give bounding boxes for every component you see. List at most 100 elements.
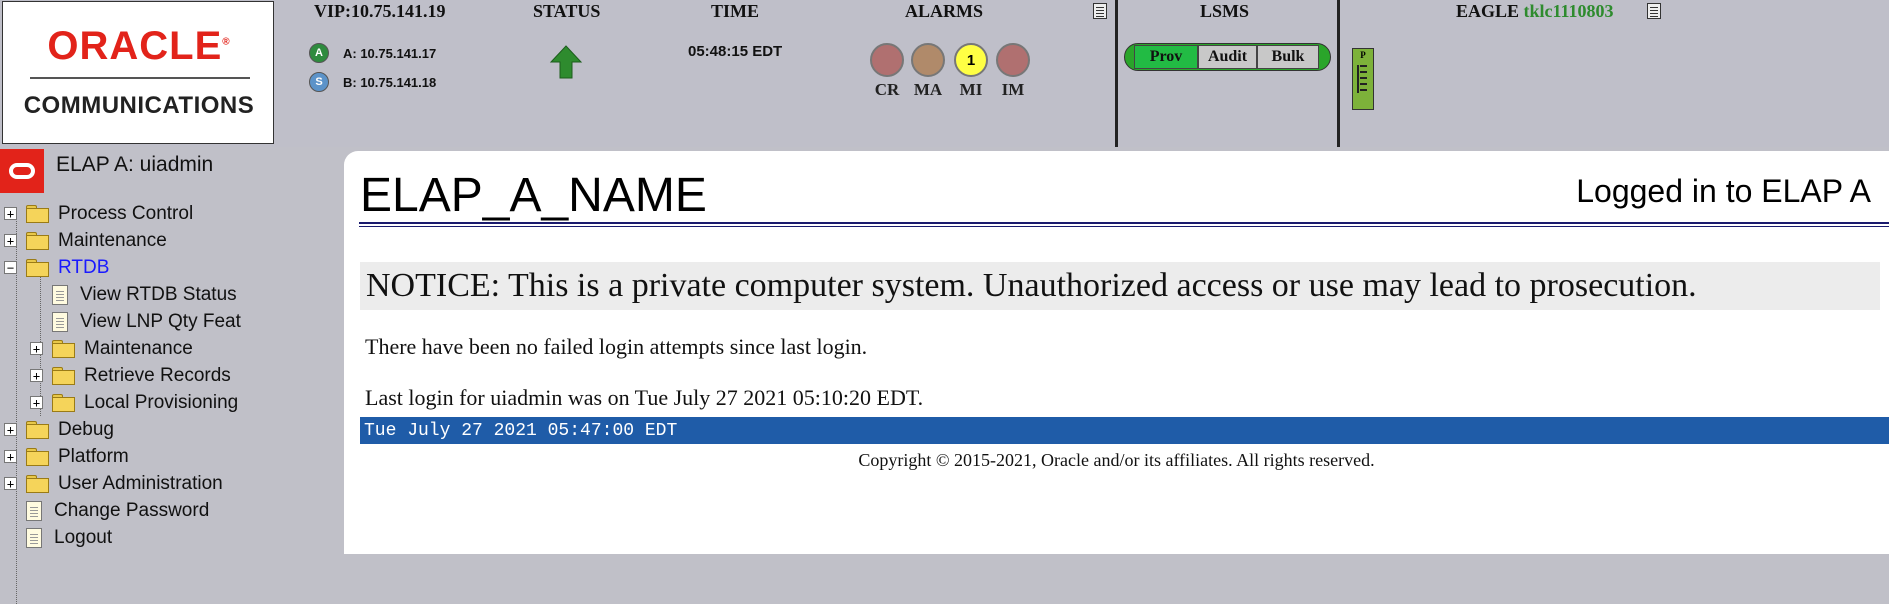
sidebar-item-user-administration[interactable]: + User Administration: [4, 470, 223, 497]
sidebar-item-label: RTDB: [58, 256, 110, 278]
server-a-status-icon: A: [309, 43, 329, 63]
expand-icon[interactable]: +: [30, 342, 43, 355]
sidebar-item-change-password[interactable]: Change Password: [4, 497, 209, 524]
eagle-card-label: P: [1360, 50, 1366, 60]
folder-icon: [52, 367, 75, 385]
sidebar-item-maintenance[interactable]: + Maintenance: [4, 227, 167, 254]
logo-brand: ORACLE®: [47, 24, 231, 68]
alarm-critical-label: CR: [874, 80, 900, 99]
header-divider: [1337, 0, 1340, 147]
server-b[interactable]: S B: 10.75.141.18: [309, 72, 436, 92]
page-title: ELAP_A_NAME: [360, 169, 707, 222]
server-b-status-icon: S: [309, 72, 329, 92]
lsms-label: LSMS: [1200, 1, 1250, 21]
sidebar: ELAP A: uiadmin + Process Control + Mainten…: [0, 149, 344, 604]
logo-divider: [30, 77, 250, 79]
folder-icon: [26, 421, 49, 439]
alarm-minor[interactable]: 1: [954, 43, 988, 77]
alarms-label: ALARMS: [905, 1, 984, 21]
status-label: STATUS: [533, 1, 601, 21]
failed-login-message: There have been no failed login attempts…: [365, 334, 868, 359]
sidebar-item-view-rtdb-status[interactable]: View RTDB Status: [30, 281, 237, 308]
sidebar-item-label: Maintenance: [58, 229, 167, 251]
sidebar-item-label: Debug: [58, 418, 114, 440]
expand-icon[interactable]: +: [30, 396, 43, 409]
sidebar-item-maintenance[interactable]: + Maintenance: [30, 335, 193, 362]
document-icon: [52, 311, 68, 332]
sidebar-item-label: Change Password: [54, 499, 210, 521]
server-a-address: A: 10.75.141.17: [343, 45, 437, 61]
sidebar-item-label: Platform: [58, 445, 129, 467]
eagle-report-icon[interactable]: [1647, 3, 1661, 19]
time-label: TIME: [711, 1, 760, 21]
alarm-critical[interactable]: [870, 43, 904, 77]
last-login-message: Last login for uiadmin was on Tue July 2…: [365, 385, 924, 410]
lsms-audit-button[interactable]: Audit: [1198, 45, 1257, 69]
folder-icon: [26, 259, 49, 277]
vip-label: VIP:10.75.141.19: [314, 1, 446, 21]
folder-icon: [26, 475, 49, 493]
title-rule: [359, 222, 1889, 224]
expand-icon[interactable]: +: [4, 450, 17, 463]
header-divider: [1115, 0, 1118, 147]
sidebar-item-label: Maintenance: [84, 337, 193, 359]
sidebar-item-label: View LNP Qty Feat: [80, 310, 241, 332]
document-icon: [26, 500, 42, 521]
eagle-card-rail: [1357, 65, 1359, 93]
alarm-major-label: MA: [913, 80, 943, 99]
expand-icon[interactable]: +: [4, 423, 17, 436]
expand-icon[interactable]: +: [4, 207, 17, 220]
sidebar-item-process-control[interactable]: + Process Control: [4, 200, 193, 227]
clock-bar: Tue July 27 2021 05:47:00 EDT: [360, 417, 1889, 444]
logo-subtitle: COMMUNICATIONS: [23, 92, 255, 119]
folder-icon: [26, 232, 49, 250]
sidebar-item-retrieve-records[interactable]: + Retrieve Records: [30, 362, 231, 389]
notice-banner: NOTICE: This is a private computer syste…: [360, 262, 1880, 310]
folder-icon: [52, 394, 75, 412]
user-label: ELAP A: uiadmin: [56, 153, 214, 176]
sidebar-item-label: Process Control: [58, 202, 194, 224]
main-panel: ELAP_A_NAME Logged in to ELAP A NOTICE: …: [344, 151, 1889, 554]
sidebar-item-label: Local Provisioning: [84, 391, 239, 413]
folder-icon: [26, 205, 49, 223]
sidebar-item-label: Retrieve Records: [84, 364, 231, 386]
alarms-report-icon[interactable]: [1093, 3, 1107, 19]
eagle-card-icon[interactable]: P: [1352, 48, 1374, 110]
alarm-info-label: IM: [1001, 80, 1025, 99]
expand-icon[interactable]: +: [4, 477, 17, 490]
logged-in-label: Logged in to ELAP A: [1576, 173, 1871, 209]
sidebar-item-rtdb[interactable]: − RTDB: [4, 254, 109, 281]
server-a[interactable]: A A: 10.75.141.17: [309, 43, 436, 63]
sidebar-user: ELAP A: uiadmin: [0, 149, 213, 193]
document-icon: [52, 284, 68, 305]
sidebar-item-logout[interactable]: Logout: [4, 524, 112, 551]
alarm-info[interactable]: [996, 43, 1030, 77]
alarm-major[interactable]: [911, 43, 945, 77]
green-up-arrow-icon[interactable]: [549, 44, 583, 80]
sidebar-item-debug[interactable]: + Debug: [4, 416, 114, 443]
sidebar-item-platform[interactable]: + Platform: [4, 443, 129, 470]
folder-icon: [26, 448, 49, 466]
eagle-title: EAGLE tklc1110803: [1456, 1, 1614, 22]
expand-icon[interactable]: +: [4, 234, 17, 247]
sidebar-item-label: User Administration: [58, 472, 223, 494]
document-icon: [26, 527, 42, 548]
oracle-logo: ORACLE® COMMUNICATIONS: [2, 1, 274, 144]
server-b-address: B: 10.75.141.18: [343, 74, 437, 90]
lsms-bulk-button[interactable]: Bulk: [1257, 45, 1319, 69]
collapse-icon[interactable]: −: [4, 261, 17, 274]
sidebar-item-local-provisioning[interactable]: + Local Provisioning: [30, 389, 238, 416]
eagle-card-slots: [1360, 65, 1367, 67]
expand-icon[interactable]: +: [30, 369, 43, 382]
alarm-minor-label: MI: [959, 80, 983, 99]
copyright: Copyright © 2015-2021, Oracle and/or its…: [858, 450, 1375, 470]
title-rule: [359, 226, 1889, 227]
eagle-host[interactable]: tklc1110803: [1524, 1, 1614, 21]
sidebar-item-view-lnp-qty-feat[interactable]: View LNP Qty Feat: [30, 308, 241, 335]
sidebar-item-label: View RTDB Status: [80, 283, 237, 305]
eagle-label: EAGLE: [1456, 1, 1520, 21]
oracle-o-icon: [0, 149, 44, 193]
time-value: 05:48:15 EDT: [688, 43, 783, 60]
lsms-prov-button[interactable]: Prov: [1134, 45, 1198, 69]
sidebar-item-label: Logout: [54, 526, 113, 548]
